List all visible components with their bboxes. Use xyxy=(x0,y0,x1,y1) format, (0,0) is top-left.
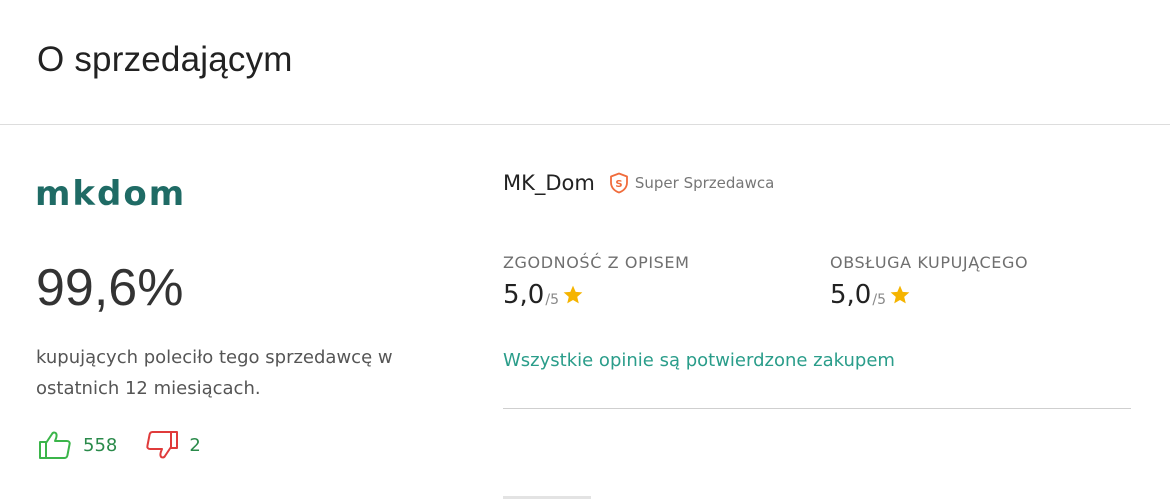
recommendation-percent: 99,6% xyxy=(36,259,184,317)
rating-label: OBSŁUGA KUPUJĄCEGO xyxy=(830,253,1029,272)
rating-value: 5,0 xyxy=(503,280,545,310)
page-title: O sprzedającym xyxy=(37,40,293,79)
star-icon xyxy=(562,284,584,306)
vote-summary: 558 2 xyxy=(38,428,201,462)
rating-max: /5 xyxy=(545,292,559,308)
section-header: O sprzedającym xyxy=(0,0,1170,125)
divider xyxy=(503,408,1131,409)
seller-name[interactable]: MK_Dom xyxy=(503,171,595,195)
rating-label: ZGODNOŚĆ Z OPISEM xyxy=(503,253,690,272)
rating-value-row: 5,0 /5 xyxy=(830,280,1028,310)
rating-value: 5,0 xyxy=(830,280,872,310)
seller-name-row: MK_Dom S Super Sprzedawca xyxy=(503,168,774,198)
rating-buyer-service: OBSŁUGA KUPUJĄCEGO 5,0 /5 xyxy=(830,253,1028,310)
negative-count: 2 xyxy=(189,434,201,456)
thumb-up-icon xyxy=(38,430,72,460)
super-seller-shield-icon: S xyxy=(609,172,629,194)
rating-max: /5 xyxy=(872,292,886,308)
recommendation-description: kupujących poleciło tego sprzedawcę w os… xyxy=(36,347,393,399)
negative-votes[interactable]: 2 xyxy=(145,430,201,460)
verified-reviews-link[interactable]: Wszystkie opinie są potwierdzone zakupem xyxy=(503,350,895,371)
star-icon xyxy=(889,284,911,306)
seller-logo[interactable]: mkdom xyxy=(35,174,186,214)
positive-count: 558 xyxy=(83,434,118,456)
rating-description-accuracy: ZGODNOŚĆ Z OPISEM 5,0 /5 xyxy=(503,253,690,310)
positive-votes[interactable]: 558 xyxy=(38,430,117,460)
super-seller-label: Super Sprzedawca xyxy=(634,174,775,192)
svg-text:S: S xyxy=(615,179,622,190)
rating-value-row: 5,0 /5 xyxy=(503,280,690,310)
thumb-down-icon xyxy=(145,430,179,460)
